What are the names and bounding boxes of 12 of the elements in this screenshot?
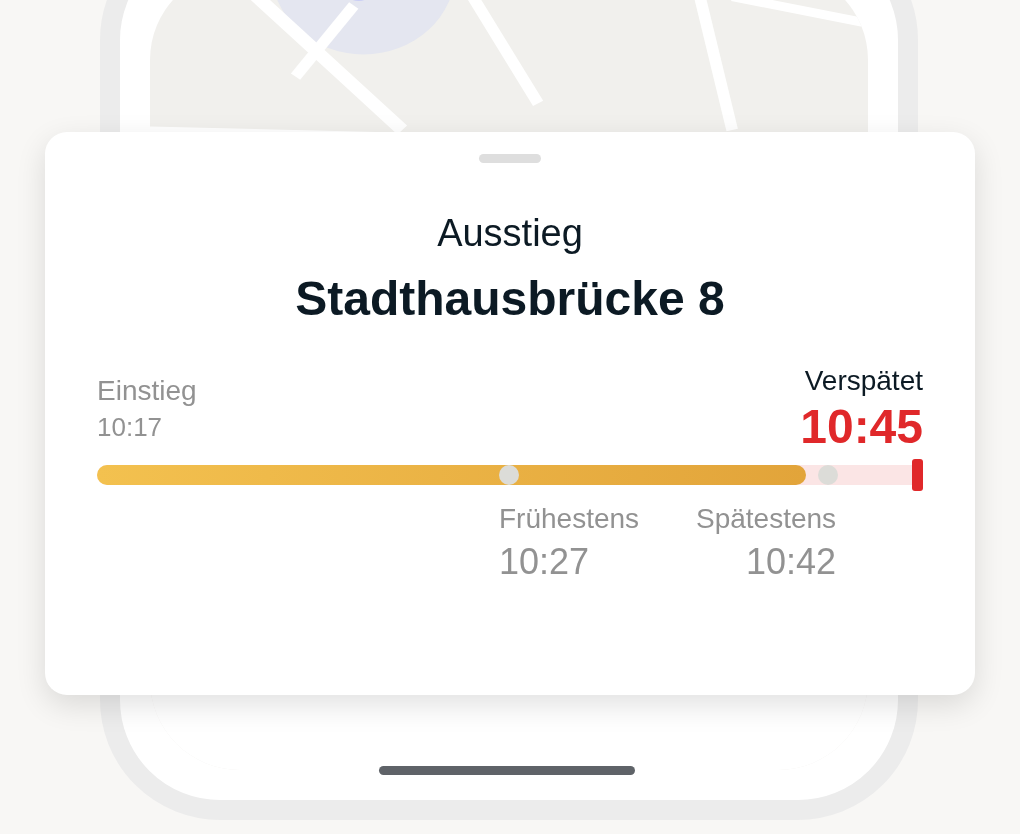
latest-label: Spätestens (695, 502, 837, 536)
drag-handle[interactable] (479, 154, 541, 163)
arrival-time: 10:45 (800, 399, 923, 455)
sheet-title: Ausstieg (437, 211, 583, 255)
earliest-time: 10:27 (499, 540, 590, 584)
boarding-time: 10:17 (97, 411, 163, 444)
stop-name: Stadthausbrücke 8 (295, 271, 725, 327)
arrival-marker (912, 459, 923, 491)
status-label: Verspätet (804, 364, 923, 398)
boarding-label: Einstieg (97, 374, 197, 408)
earliest-label: Frühestens (499, 502, 640, 536)
latest-time: 10:42 (746, 540, 837, 584)
